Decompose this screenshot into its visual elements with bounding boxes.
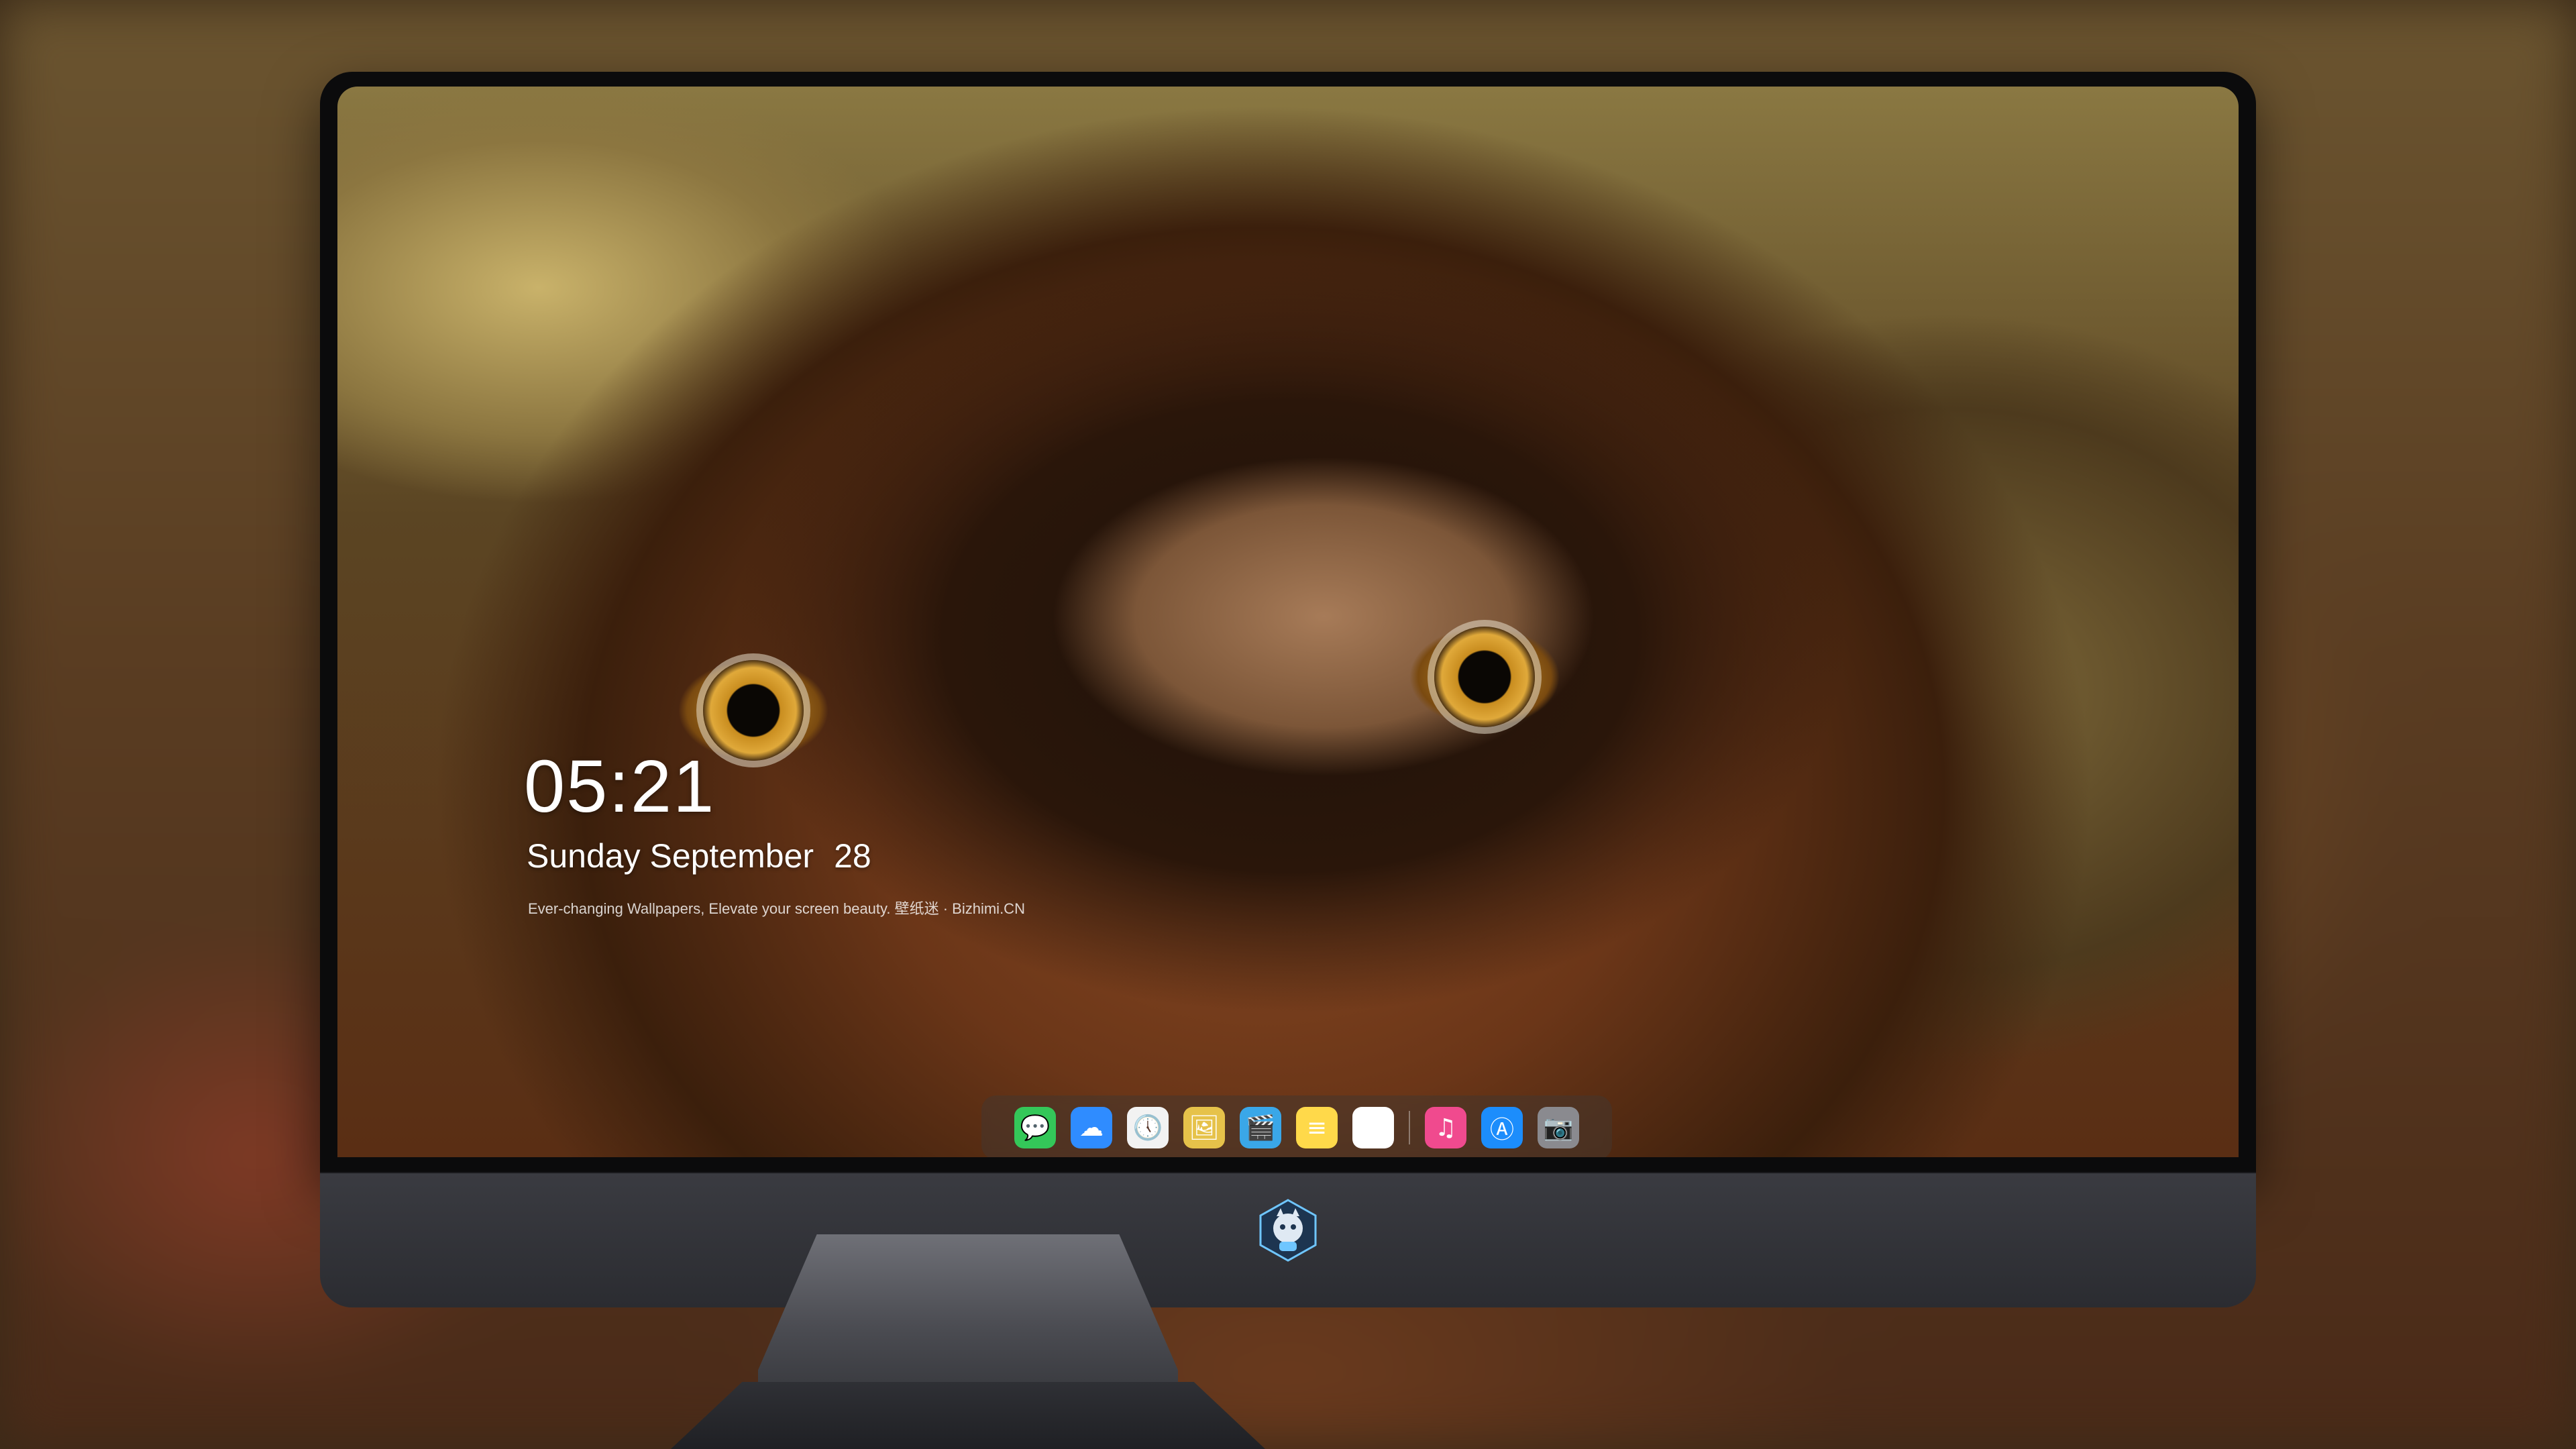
lock-weekday-month: Sunday September [527,837,814,875]
music-icon[interactable]: ♫ [1425,1107,1466,1148]
camera-icon[interactable]: 📷 [1538,1107,1579,1148]
app-store-icon[interactable]: Ⓐ [1481,1107,1523,1148]
clock-icon[interactable]: 🕔 [1127,1107,1169,1148]
brand-logo-icon [1259,1199,1317,1262]
weather-icon[interactable]: ☁ [1071,1107,1112,1148]
lock-date: Sunday September 28 [527,837,871,875]
clips-icon[interactable]: 🎬 [1240,1107,1281,1148]
preview-icon[interactable]: 🖼 [1183,1107,1225,1148]
owl-right-eye [1434,627,1535,727]
notes-icon[interactable]: ≡ [1296,1107,1338,1148]
monitor-stand [758,1234,1178,1389]
messages-icon[interactable]: 💬 [1014,1107,1056,1148]
photos-icon[interactable]: ▦ [1352,1107,1394,1148]
dock-separator [1409,1111,1410,1144]
lock-clock: 05:21 [524,745,716,828]
imac-monitor: 05:21 Sunday September 28 Ever-changing W… [320,72,2256,1307]
monitor-bezel: 05:21 Sunday September 28 Ever-changing W… [320,72,2256,1172]
dock: 💬 ☁ 🕔 🖼 🎬 ≡ ▦ ♫ Ⓐ 📷 [981,1095,1612,1157]
owl-left-eye [703,660,804,761]
lock-tagline: Ever-changing Wallpapers, Elevate your s… [528,900,1025,917]
monitor-stand-base [671,1382,1265,1449]
lock-screen: 05:21 Sunday September 28 Ever-changing W… [337,87,2239,1157]
monitor-chin [320,1172,2256,1307]
lock-day: 28 [834,837,871,875]
